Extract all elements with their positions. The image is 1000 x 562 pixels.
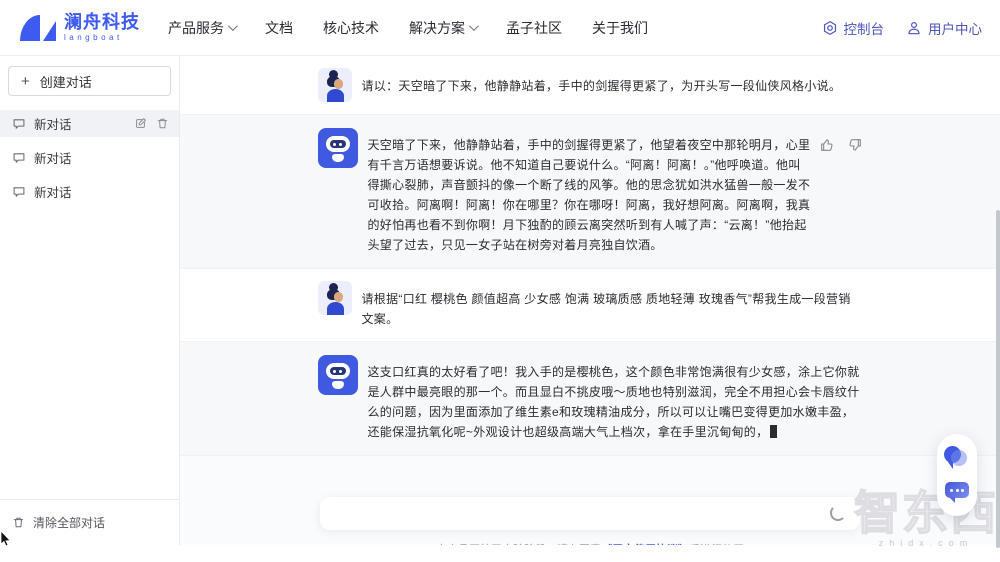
user-message-text: 请根据“口红 樱桃色 颜值超高 少女感 饱满 玻璃质感 质地轻薄 玫瑰香气”帮我… <box>362 281 863 329</box>
conversation-item-1[interactable]: 新对话 <box>0 110 179 137</box>
bot-message-text: 天空暗了下来，他静静站着，手中的剑握得更紧了，他望着夜空中那轮明月，心里有千言万… <box>368 128 811 255</box>
app-window: 澜舟科技 langboat 产品服务 文档 核心技术 解决方案 孟子社区 关于我… <box>0 0 1000 562</box>
user-message-text: 请以：天空暗了下来，他静静站着，手中的剑握得更紧了，为开头写一段仙侠风格小说。 <box>362 68 842 102</box>
top-navbar: 澜舟科技 langboat 产品服务 文档 核心技术 解决方案 孟子社区 关于我… <box>0 0 1000 56</box>
console-gear-icon <box>822 20 838 36</box>
langboat-sail-icon <box>20 13 56 43</box>
chat-bubble-icon <box>12 151 26 165</box>
user-center-button[interactable]: 用户中心 <box>906 18 982 38</box>
conversation-sidebar: + 创建对话 新对话 新对话 新对话 清除全部对话 <box>0 56 180 545</box>
chat-bubble-icon <box>12 185 26 199</box>
user-avatar <box>318 281 352 315</box>
brand-name: 澜舟科技 <box>64 13 140 31</box>
bot-message-text-streaming: 这支口红真的太好看了吧！我入手的是樱桃色，这个颜色非常饱满很有少女感，涂上它你就… <box>368 355 863 442</box>
conversation-item-3[interactable]: 新对话 <box>0 178 179 205</box>
user-agreement-link[interactable]: 《用户使用协议》 <box>601 544 689 545</box>
brand-logo[interactable]: 澜舟科技 langboat <box>20 13 140 43</box>
menu-docs[interactable]: 文档 <box>265 18 293 38</box>
message-feedback <box>811 128 863 255</box>
menu-products[interactable]: 产品服务 <box>168 18 235 38</box>
feedback-chat-icon[interactable] <box>945 482 969 504</box>
thumbs-up-icon[interactable] <box>819 137 835 153</box>
chevron-down-icon <box>469 21 479 31</box>
brand-subtitle: langboat <box>64 34 140 42</box>
menu-solutions[interactable]: 解决方案 <box>409 18 476 38</box>
main-menu: 产品服务 文档 核心技术 解决方案 孟子社区 关于我们 <box>168 18 648 38</box>
menu-about-us[interactable]: 关于我们 <box>592 18 648 38</box>
chat-bubble-icon <box>12 117 26 131</box>
loading-spinner-icon <box>830 505 846 521</box>
chat-panel: 请以：天空暗了下来，他静静站着，手中的剑握得更紧了，为开头写一段仙侠风格小说。 … <box>180 56 1000 545</box>
thumbs-down-icon[interactable] <box>847 137 863 153</box>
trash-icon <box>12 516 25 529</box>
message-input[interactable] <box>320 497 860 530</box>
typing-cursor <box>770 425 777 438</box>
chat-assistant-icon[interactable] <box>944 446 970 470</box>
mouse-cursor <box>0 531 12 547</box>
clear-all-conversations-button[interactable]: 清除全部对话 <box>0 499 179 545</box>
conversation-item-2[interactable]: 新对话 <box>0 144 179 171</box>
console-button[interactable]: 控制台 <box>822 18 885 38</box>
create-conversation-button[interactable]: + 创建对话 <box>8 66 171 96</box>
bot-avatar <box>318 128 358 168</box>
user-avatar <box>318 68 352 102</box>
user-message-row: 请根据“口红 樱桃色 颜值超高 少女感 饱满 玻璃质感 质地轻薄 玫瑰香气”帮我… <box>180 269 1000 342</box>
disclaimer-text: 本产品正处于实验阶段，请在同意《用户使用协议》后进行使用 <box>436 541 744 545</box>
bot-message-row: 这支口红真的太好看了吧！我入手的是樱桃色，这个颜色非常饱满很有少女感，涂上它你就… <box>180 342 1000 456</box>
delete-icon[interactable] <box>156 117 169 130</box>
bot-avatar <box>318 355 358 395</box>
bot-message-row: 天空暗了下来，他静静站着，手中的剑握得更紧了，他望着夜空中那轮明月，心里有千言万… <box>180 115 1000 269</box>
plus-icon: + <box>21 74 30 89</box>
menu-mengzi-community[interactable]: 孟子社区 <box>506 18 562 38</box>
menu-core-tech[interactable]: 核心技术 <box>323 18 379 38</box>
vertical-scrollbar[interactable] <box>996 210 1000 548</box>
floating-action-pill <box>937 434 977 516</box>
chevron-down-icon <box>228 21 238 31</box>
user-icon <box>906 20 922 36</box>
composer-area: 本产品正处于实验阶段，请在同意《用户使用协议》后进行使用 <box>180 456 1000 545</box>
user-message-row: 请以：天空暗了下来，他静静站着，手中的剑握得更紧了，为开头写一段仙侠风格小说。 <box>180 56 1000 115</box>
edit-icon[interactable] <box>134 117 147 130</box>
